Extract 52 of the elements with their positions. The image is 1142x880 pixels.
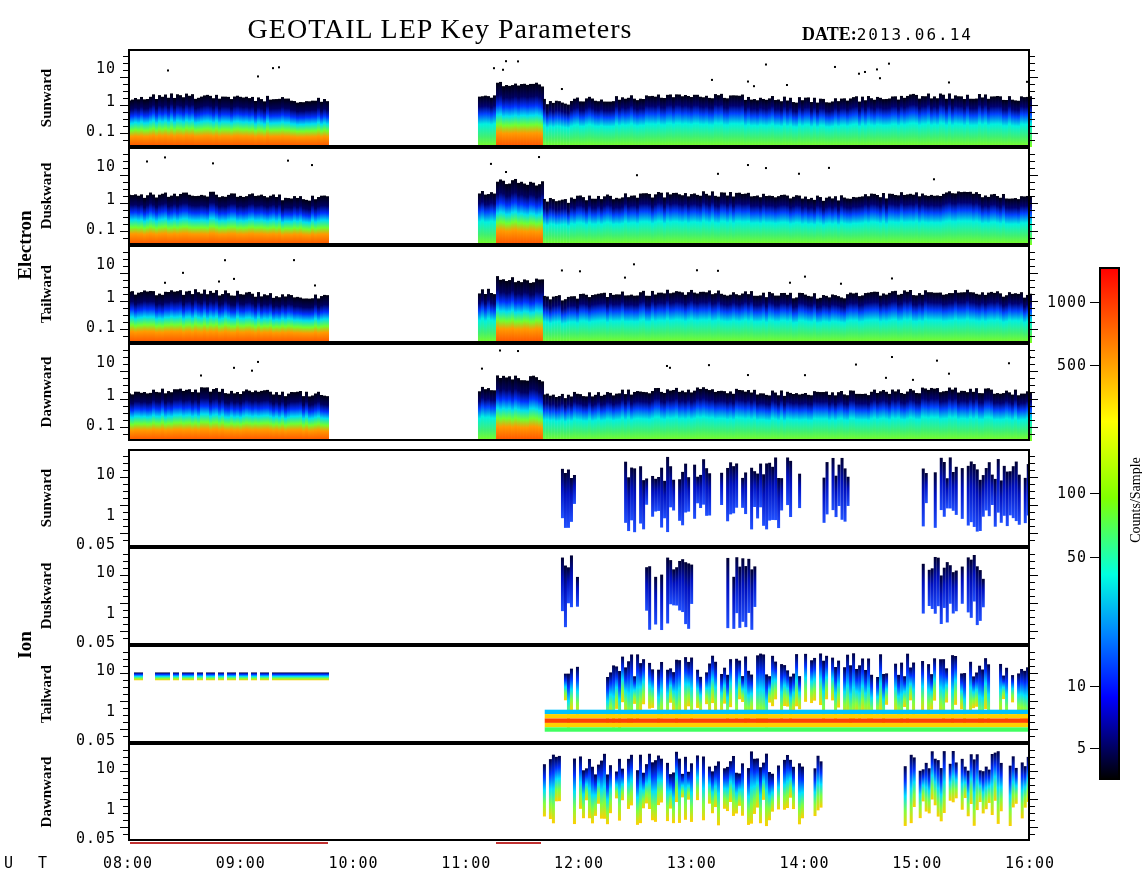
y-tick-label: 1 <box>105 287 116 306</box>
y-tick-label: 0.1 <box>85 318 116 337</box>
panel-label: Duskward <box>38 162 54 230</box>
panel-label: Dawnward <box>38 756 54 828</box>
y-tick-label: 0.1 <box>85 220 116 239</box>
y-tick-label: 0.1 <box>85 122 116 141</box>
y-tick-label: 10 <box>95 156 116 175</box>
time-tick-label: 11:00 <box>441 854 492 872</box>
y-tick-label: 0.05 <box>75 535 116 554</box>
y-tick-label: 10 <box>95 759 116 778</box>
colorbar-tick-label: 1000 <box>1046 293 1087 311</box>
time-axis-label: U T <box>4 854 56 872</box>
y-tick-label: 1 <box>105 91 116 110</box>
panel-label: Dawnward <box>38 356 54 428</box>
colorbar-tick-label: 10 <box>1066 677 1087 695</box>
colorbar-tick-label: 50 <box>1066 548 1087 566</box>
time-tick-label: 16:00 <box>1004 854 1056 872</box>
time-tick-label: 09:00 <box>215 854 266 872</box>
date-label: DATE:2013.06.14 <box>802 24 973 44</box>
time-tick-label: 08:00 <box>102 854 154 872</box>
y-tick-label: 1 <box>105 505 116 524</box>
chart-title: GEOTAIL LEP Key Parameters <box>247 13 633 44</box>
y-tick-label: 1 <box>105 385 116 404</box>
y-tick-label: 1 <box>105 799 116 818</box>
y-tick-label: 1 <box>105 603 116 622</box>
time-tick-label: 15:00 <box>892 854 943 872</box>
y-tick-label: 1 <box>105 189 116 208</box>
panel-label: Duskward <box>38 562 54 630</box>
y-tick-label: 0.1 <box>85 416 116 435</box>
panel-label: Tailward <box>38 665 54 723</box>
colorbar-tick-label: 100 <box>1056 484 1087 502</box>
y-tick-label: 10 <box>95 352 116 371</box>
panel-label: Sunward <box>38 68 54 128</box>
y-tick-label: 0.05 <box>75 731 116 750</box>
species-label: Ion <box>14 631 35 659</box>
y-tick-label: 10 <box>95 563 116 582</box>
colorbar-tick-label: 5 <box>1076 739 1087 757</box>
y-tick-label: 10 <box>95 254 116 273</box>
time-tick-label: 14:00 <box>779 854 830 872</box>
y-tick-label: 0.05 <box>75 633 116 652</box>
y-tick-label: 10 <box>95 58 116 77</box>
species-label: Electron <box>14 210 35 280</box>
panel-label: Sunward <box>38 468 54 528</box>
y-tick-label: 1 <box>105 701 116 720</box>
time-tick-label: 12:00 <box>553 854 605 872</box>
y-tick-label: 0.05 <box>75 829 116 848</box>
time-tick-label: 10:00 <box>328 854 379 872</box>
time-tick-label: 13:00 <box>666 854 717 872</box>
y-tick-label: 10 <box>95 465 116 484</box>
colorbar-tick-label: 500 <box>1056 356 1087 374</box>
panel-label: Tailward <box>38 265 54 323</box>
y-tick-label: 10 <box>95 661 116 680</box>
